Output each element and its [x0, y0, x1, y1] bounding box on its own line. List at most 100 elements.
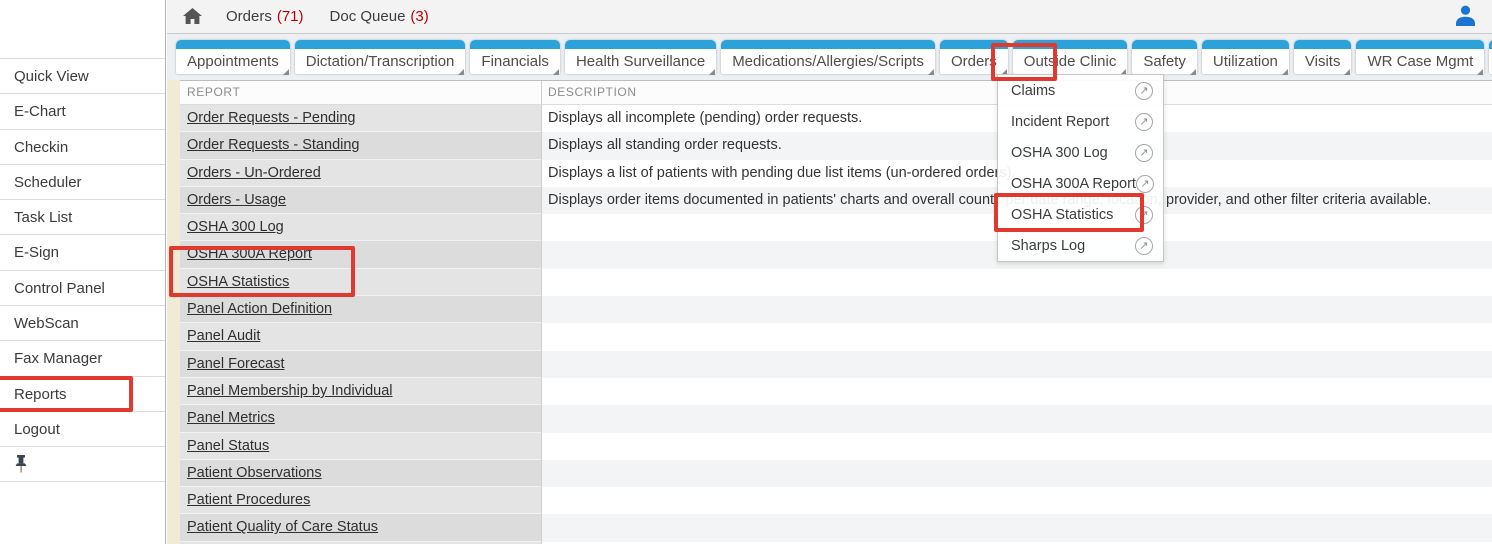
sidebar-item-label: Reports	[14, 386, 67, 403]
description-cell	[541, 269, 1492, 296]
tab-dropdown-grip-icon	[1344, 69, 1350, 75]
safety-menu-item[interactable]: OSHA Statistics ↗	[998, 199, 1163, 230]
sidebar-item[interactable]: Logout	[0, 411, 165, 446]
tab-dropdown-grip-icon	[1282, 69, 1288, 75]
topbar-tab[interactable]: Orders(71)	[226, 8, 304, 25]
report-cell: Order Requests - Standing	[180, 132, 541, 159]
report-cell: Panel Metrics	[180, 405, 541, 432]
category-tab[interactable]: Appointments	[176, 40, 290, 74]
category-tab[interactable]: Orders	[940, 40, 1008, 74]
report-cell: Panel Status	[180, 433, 541, 460]
open-in-new-icon[interactable]: ↗	[1135, 237, 1153, 255]
category-tab-label: Visits	[1294, 49, 1352, 74]
report-link[interactable]: OSHA 300A Report	[187, 241, 312, 268]
table-row: OSHA 300 Log	[180, 214, 1492, 241]
sidebar: Quick View E-Chart Checkin Scheduler Tas…	[0, 0, 166, 544]
sidebar-item[interactable]: Control Panel	[0, 270, 165, 305]
category-tab[interactable]: Health Surveillance	[565, 40, 716, 74]
report-link[interactable]: OSHA 300 Log	[187, 214, 284, 241]
safety-menu-item[interactable]: Sharps Log ↗	[998, 230, 1163, 261]
tab-dropdown-grip-icon	[709, 69, 715, 75]
report-link[interactable]: Orders - Un-Ordered	[187, 160, 321, 187]
category-tab[interactable]: Dictation/Transcription	[295, 40, 466, 74]
open-in-new-icon[interactable]: ↗	[1135, 206, 1153, 224]
tab-accent-bar	[565, 40, 716, 49]
report-cell: Patient Procedures	[180, 487, 541, 514]
open-in-new-icon[interactable]: ↗	[1135, 113, 1153, 131]
topbar-tab[interactable]: Doc Queue(3)	[330, 8, 429, 25]
table-row: Panel Forecast	[180, 351, 1492, 378]
category-tab-label: Financials	[470, 49, 560, 74]
tab-dropdown-grip-icon	[1477, 69, 1483, 75]
safety-menu-item[interactable]: Incident Report ↗	[998, 106, 1163, 137]
sidebar-item[interactable]: Checkin	[0, 129, 165, 164]
open-in-new-icon[interactable]: ↗	[1135, 82, 1153, 100]
table-body: Order Requests - Pending Displays all in…	[180, 105, 1492, 544]
category-tab[interactable]: Medications/Allergies/Scripts	[721, 40, 935, 74]
category-tab-label: Appointments	[176, 49, 290, 74]
table-row: Patient Procedures	[180, 487, 1492, 514]
category-tab[interactable]: Visits	[1294, 40, 1352, 74]
sidebar-item[interactable]: Fax Manager	[0, 340, 165, 375]
tab-accent-bar	[470, 40, 560, 49]
sidebar-pin-toggle[interactable]	[0, 446, 165, 482]
report-link[interactable]: Orders - Usage	[187, 187, 286, 214]
category-tab[interactable]: Safety	[1132, 40, 1197, 74]
description-text-tail: provider, and other filter criteria avai…	[1166, 187, 1431, 214]
sidebar-menu: Quick View E-Chart Checkin Scheduler Tas…	[0, 0, 165, 446]
report-cell: Patient Observations	[180, 460, 541, 487]
report-link[interactable]: Panel Action Definition	[187, 296, 332, 323]
sidebar-item[interactable]: E-Chart	[0, 93, 165, 128]
tab-dropdown-grip-icon	[283, 69, 289, 75]
user-button[interactable]	[1455, 5, 1476, 32]
safety-menu-item[interactable]: OSHA 300A Report ↗	[998, 168, 1163, 199]
category-tab[interactable]: Utilization	[1202, 40, 1289, 74]
sidebar-item[interactable]: WebScan	[0, 305, 165, 340]
report-link[interactable]: Panel Membership by Individual	[187, 378, 393, 405]
table-row: OSHA 300A Report	[180, 241, 1492, 268]
open-in-new-icon[interactable]: ↗	[1135, 144, 1153, 162]
sidebar-item-label: WebScan	[14, 315, 79, 332]
report-link[interactable]: Patient Procedures	[187, 487, 310, 514]
safety-menu-item-label: Claims	[1011, 83, 1055, 99]
table-row: Panel Action Definition	[180, 296, 1492, 323]
safety-menu-item-label: Incident Report	[1011, 114, 1109, 130]
sidebar-item[interactable]: Quick View	[0, 58, 165, 93]
tab-accent-bar	[295, 40, 466, 49]
category-tab[interactable]: Outside Clinic	[1013, 40, 1128, 74]
report-cell: Orders - Usage	[180, 187, 541, 214]
report-link[interactable]: Panel Audit	[187, 323, 260, 350]
description-text: Displays all incomplete (pending) order …	[548, 110, 862, 126]
description-cell	[541, 487, 1492, 514]
report-cell: OSHA Statistics	[180, 269, 541, 296]
safety-menu-item[interactable]: Claims ↗	[998, 75, 1163, 106]
report-link[interactable]: Order Requests - Pending	[187, 105, 355, 132]
sidebar-item-label: Control Panel	[14, 280, 105, 297]
sidebar-item-label: Fax Manager	[14, 350, 102, 367]
report-link[interactable]: Patient Observations	[187, 460, 322, 487]
report-link[interactable]: Panel Forecast	[187, 351, 285, 378]
category-tab[interactable]: Financials	[470, 40, 560, 74]
description-text: Displays all standing order requests.	[548, 137, 782, 153]
description-cell	[541, 433, 1492, 460]
report-link[interactable]: Patient Quality of Care Status	[187, 514, 378, 541]
category-tab[interactable]: WR Case Mgmt	[1356, 40, 1484, 74]
tab-accent-bar	[721, 40, 935, 49]
report-link[interactable]: OSHA Statistics	[187, 269, 289, 296]
home-button[interactable]	[183, 8, 202, 25]
report-link[interactable]: Panel Metrics	[187, 405, 275, 432]
table-row: Order Requests - Pending Displays all in…	[180, 105, 1492, 132]
sidebar-item[interactable]: Task List	[0, 199, 165, 234]
open-in-new-icon[interactable]: ↗	[1136, 175, 1154, 193]
top-nav: Orders(71) Doc Queue(3)	[226, 8, 429, 25]
sidebar-item-label: Logout	[14, 421, 60, 438]
tab-accent-bar	[1013, 40, 1128, 49]
table-row: Orders - Usage Displays order items docu…	[180, 187, 1492, 214]
tab-accent-bar	[940, 40, 1008, 49]
safety-menu-item[interactable]: OSHA 300 Log ↗	[998, 137, 1163, 168]
sidebar-item[interactable]: Scheduler	[0, 164, 165, 199]
sidebar-item[interactable]: Reports	[0, 376, 165, 411]
report-link[interactable]: Order Requests - Standing	[187, 132, 359, 159]
sidebar-item[interactable]: E-Sign	[0, 234, 165, 269]
report-link[interactable]: Panel Status	[187, 433, 269, 460]
